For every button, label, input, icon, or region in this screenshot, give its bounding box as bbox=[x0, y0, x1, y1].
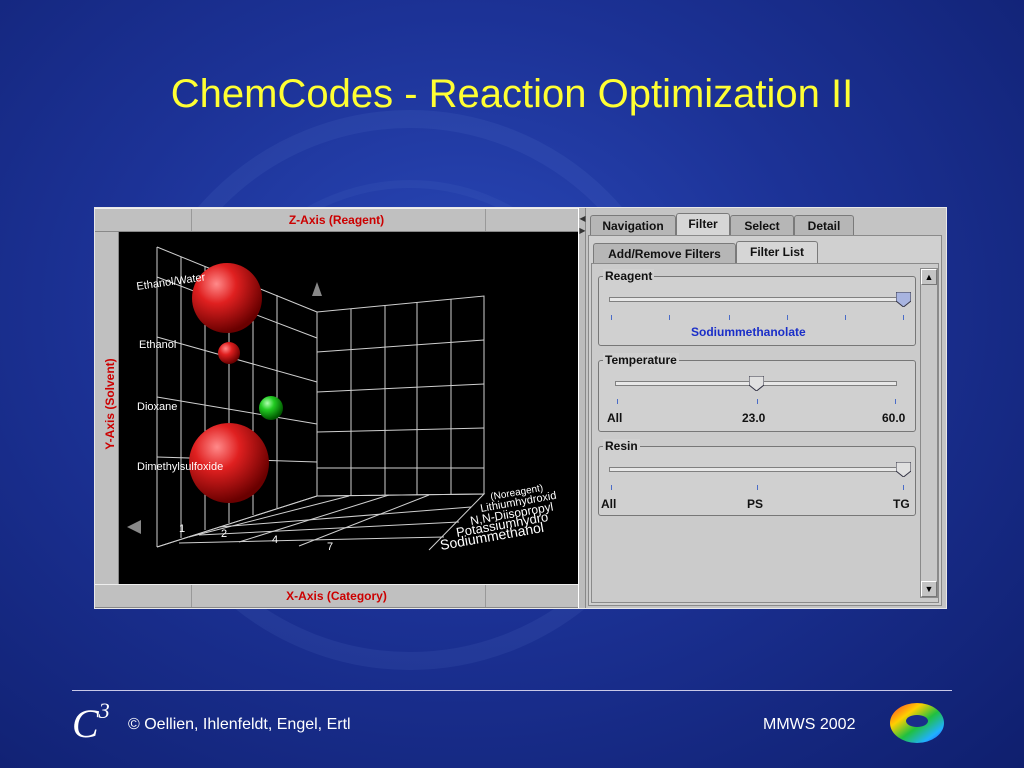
temperature-max-label: 60.0 bbox=[882, 411, 906, 425]
subtab-add-remove-filters[interactable]: Add/Remove Filters bbox=[593, 243, 736, 263]
solvent-label: Ethanol bbox=[139, 339, 176, 351]
scroll-down-arrow-icon[interactable]: ▼ bbox=[921, 581, 937, 597]
slide-title: ChemCodes - Reaction Optimization II bbox=[170, 72, 854, 116]
slider-tick bbox=[845, 315, 846, 320]
slider-tick bbox=[757, 485, 758, 490]
resin-max-label: TG bbox=[893, 497, 910, 511]
control-panel: Navigation Filter Select Detail Add/Remo… bbox=[586, 208, 946, 608]
slider-tick bbox=[611, 485, 612, 490]
slider-tick bbox=[903, 485, 904, 490]
filter-tab-panel: Add/Remove Filters Filter List Reagent S… bbox=[588, 235, 942, 606]
slider-tick bbox=[669, 315, 670, 320]
reagent-value-label: Sodiummethanolate bbox=[691, 325, 806, 339]
slider-tick bbox=[617, 399, 618, 404]
resin-filter: Resin All PS TG bbox=[598, 439, 916, 516]
z-axis-label[interactable]: Z-Axis (Reagent) bbox=[289, 213, 384, 227]
z-axis-arrow bbox=[312, 282, 322, 296]
category-label: 1 bbox=[179, 523, 185, 535]
collapse-right-icon[interactable]: ▶ bbox=[579, 226, 586, 235]
resin-slider-track[interactable] bbox=[609, 467, 911, 472]
slider-tick bbox=[895, 399, 896, 404]
temperature-filter: Temperature All 23.0 60.0 bbox=[598, 353, 916, 432]
slider-tick bbox=[729, 315, 730, 320]
category-label: 2 bbox=[221, 528, 227, 540]
axis-bar-divider bbox=[485, 585, 486, 607]
resin-min-label: All bbox=[601, 497, 617, 511]
z-axis-bar[interactable]: Z-Axis (Reagent) bbox=[95, 208, 578, 232]
slider-tick bbox=[787, 315, 788, 320]
footer-copyright: © Oellien, Ihlenfeldt, Engel, Ertl bbox=[128, 716, 351, 733]
y-axis-strip[interactable]: Y-Axis (Solvent) bbox=[95, 232, 119, 584]
logo-superscript: 3 bbox=[98, 698, 110, 723]
axis-bar-divider bbox=[191, 209, 192, 231]
solvent-label: Dimethylsulfoxide bbox=[137, 461, 223, 473]
chemcodes-window: Z-Axis (Reagent) Y-Axis (Solvent) Ethano… bbox=[94, 207, 947, 609]
category-label: 4 bbox=[272, 534, 278, 546]
solvent-label: Dioxane bbox=[137, 401, 177, 413]
slider-tick bbox=[611, 315, 612, 320]
temperature-min-label: All bbox=[607, 411, 623, 425]
reagent-slider-track[interactable] bbox=[609, 297, 909, 302]
tab-detail[interactable]: Detail bbox=[794, 215, 854, 235]
reagent-slider-thumb[interactable] bbox=[896, 292, 911, 307]
temperature-slider-thumb[interactable] bbox=[749, 376, 764, 391]
tab-select[interactable]: Select bbox=[730, 215, 794, 235]
resin-slider-thumb[interactable] bbox=[896, 462, 911, 477]
temperature-mid-label: 23.0 bbox=[742, 411, 766, 425]
footer-conference: MMWS 2002 bbox=[763, 716, 856, 733]
footer-rule bbox=[72, 690, 952, 691]
resin-filter-label: Resin bbox=[603, 439, 640, 453]
x-axis-bar[interactable]: X-Axis (Category) bbox=[95, 584, 578, 608]
scroll-up-arrow-icon[interactable]: ▲ bbox=[921, 269, 937, 285]
slider-tick bbox=[757, 399, 758, 404]
axis-bar-divider bbox=[485, 209, 486, 231]
y-axis-label[interactable]: Y-Axis (Solvent) bbox=[103, 329, 117, 479]
temperature-filter-label: Temperature bbox=[603, 353, 679, 367]
slider-tick bbox=[903, 315, 904, 320]
subtab-filter-list[interactable]: Filter List bbox=[736, 241, 818, 263]
sphere-ethanol bbox=[218, 342, 240, 364]
filter-list-scrollbar[interactable]: ▲ ▼ bbox=[920, 268, 938, 598]
collapse-left-icon[interactable]: ◀ bbox=[579, 214, 586, 223]
split-pane-divider[interactable]: ◀ ▶ bbox=[578, 208, 586, 608]
sphere-dioxane bbox=[259, 396, 283, 420]
reagent-filter-label: Reagent bbox=[603, 269, 655, 283]
category-label: 7 bbox=[327, 541, 333, 553]
plot-area[interactable]: Ethanol/Water Ethanol Dioxane Dimethylsu… bbox=[119, 232, 578, 584]
axis-bar-divider bbox=[191, 585, 192, 607]
resin-mid-label: PS bbox=[747, 497, 764, 511]
plot-svg: Ethanol/Water Ethanol Dioxane Dimethylsu… bbox=[127, 246, 557, 553]
c3-logo: C3 bbox=[72, 698, 110, 747]
x-axis-label[interactable]: X-Axis (Category) bbox=[286, 589, 387, 603]
logo-letter: C bbox=[72, 701, 99, 746]
reagent-filter: Reagent Sodiummethanolate bbox=[598, 269, 916, 346]
torus-logo-icon bbox=[890, 703, 944, 743]
viewer-3d: Z-Axis (Reagent) Y-Axis (Solvent) Ethano… bbox=[95, 208, 578, 608]
x-axis-arrow bbox=[127, 520, 141, 534]
tab-filter[interactable]: Filter bbox=[676, 213, 730, 235]
tab-navigation[interactable]: Navigation bbox=[590, 215, 676, 235]
filter-list-panel: Reagent Sodiummethanolate Temperature Al… bbox=[591, 263, 939, 603]
